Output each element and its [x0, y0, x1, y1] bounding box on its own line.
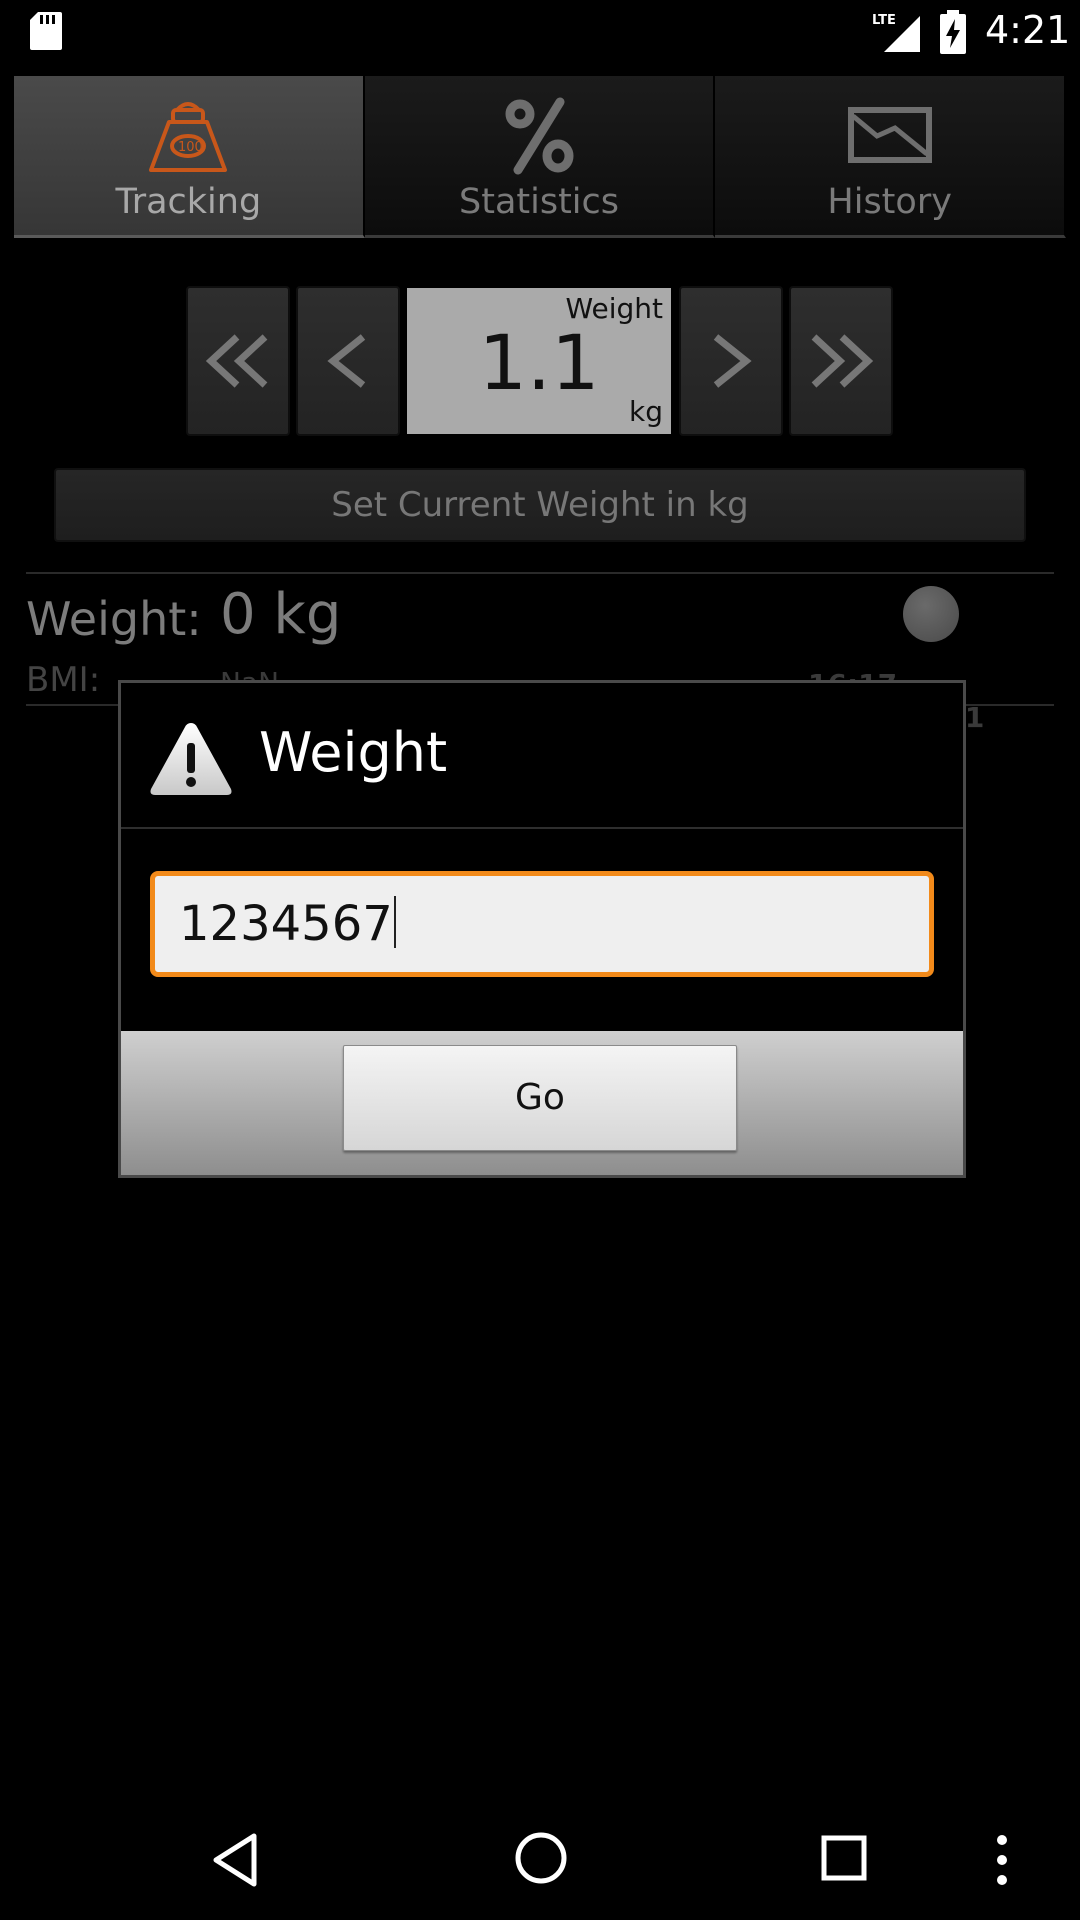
warning-icon: [147, 719, 235, 803]
double-right-icon: [811, 334, 874, 388]
history-chart-icon: [845, 96, 935, 180]
clock: 4:21: [985, 8, 1071, 52]
status-bar: LTE 4:21: [0, 0, 1080, 64]
tab-label: Statistics: [459, 182, 619, 222]
overflow-menu-icon[interactable]: [990, 1832, 1014, 1892]
battery-charging-icon: [938, 10, 968, 58]
increase-large-button[interactable]: [789, 286, 893, 436]
tab-label: History: [827, 182, 952, 222]
right-icon: [713, 334, 752, 388]
navigation-bar: [0, 1800, 1080, 1920]
tab-history[interactable]: History: [715, 76, 1067, 238]
tab-statistics[interactable]: Statistics: [364, 76, 716, 238]
signal-icon: LTE: [872, 10, 922, 58]
decrease-large-button[interactable]: [186, 286, 290, 436]
tab-bar: 100 Tracking Statistics History: [14, 76, 1067, 238]
go-button[interactable]: Go: [343, 1045, 737, 1151]
bmi-label: BMI:: [26, 660, 101, 700]
decrease-button[interactable]: [296, 286, 400, 436]
status-indicator: [903, 586, 959, 642]
double-left-icon: [205, 334, 268, 388]
weight-input-text: 1234567: [179, 896, 393, 952]
divider: [26, 572, 1054, 574]
home-icon[interactable]: [513, 1830, 569, 1890]
weight-label: Weight:: [26, 592, 202, 646]
weight-display-unit: kg: [629, 395, 663, 428]
divider: [121, 827, 963, 829]
left-icon: [327, 334, 366, 388]
tab-tracking[interactable]: 100 Tracking: [14, 76, 365, 238]
weight-display-value: 1.1: [478, 318, 600, 407]
svg-text:100: 100: [178, 140, 203, 155]
weight-value-display: Weight 1.1 kg: [407, 288, 671, 434]
network-type-label: LTE: [872, 13, 896, 28]
percent-icon: [494, 96, 584, 180]
increase-button[interactable]: [679, 286, 783, 436]
weight-dialog: Weight 1234567 Go: [118, 680, 966, 1178]
dialog-button-bar: Go: [121, 1031, 963, 1175]
sd-card-icon: [30, 12, 62, 54]
weight-value: 0 kg: [220, 582, 342, 647]
weight-input[interactable]: 1234567: [150, 871, 934, 977]
weight-input-value: 1234567: [179, 896, 396, 952]
dialog-title: Weight: [259, 721, 448, 784]
set-current-weight-button[interactable]: Set Current Weight in kg: [54, 468, 1026, 542]
recents-icon[interactable]: [820, 1834, 868, 1886]
back-icon[interactable]: [210, 1832, 260, 1892]
tab-label: Tracking: [115, 182, 262, 222]
scale-weight-icon: 100: [143, 96, 233, 180]
text-caret: [393, 896, 396, 948]
